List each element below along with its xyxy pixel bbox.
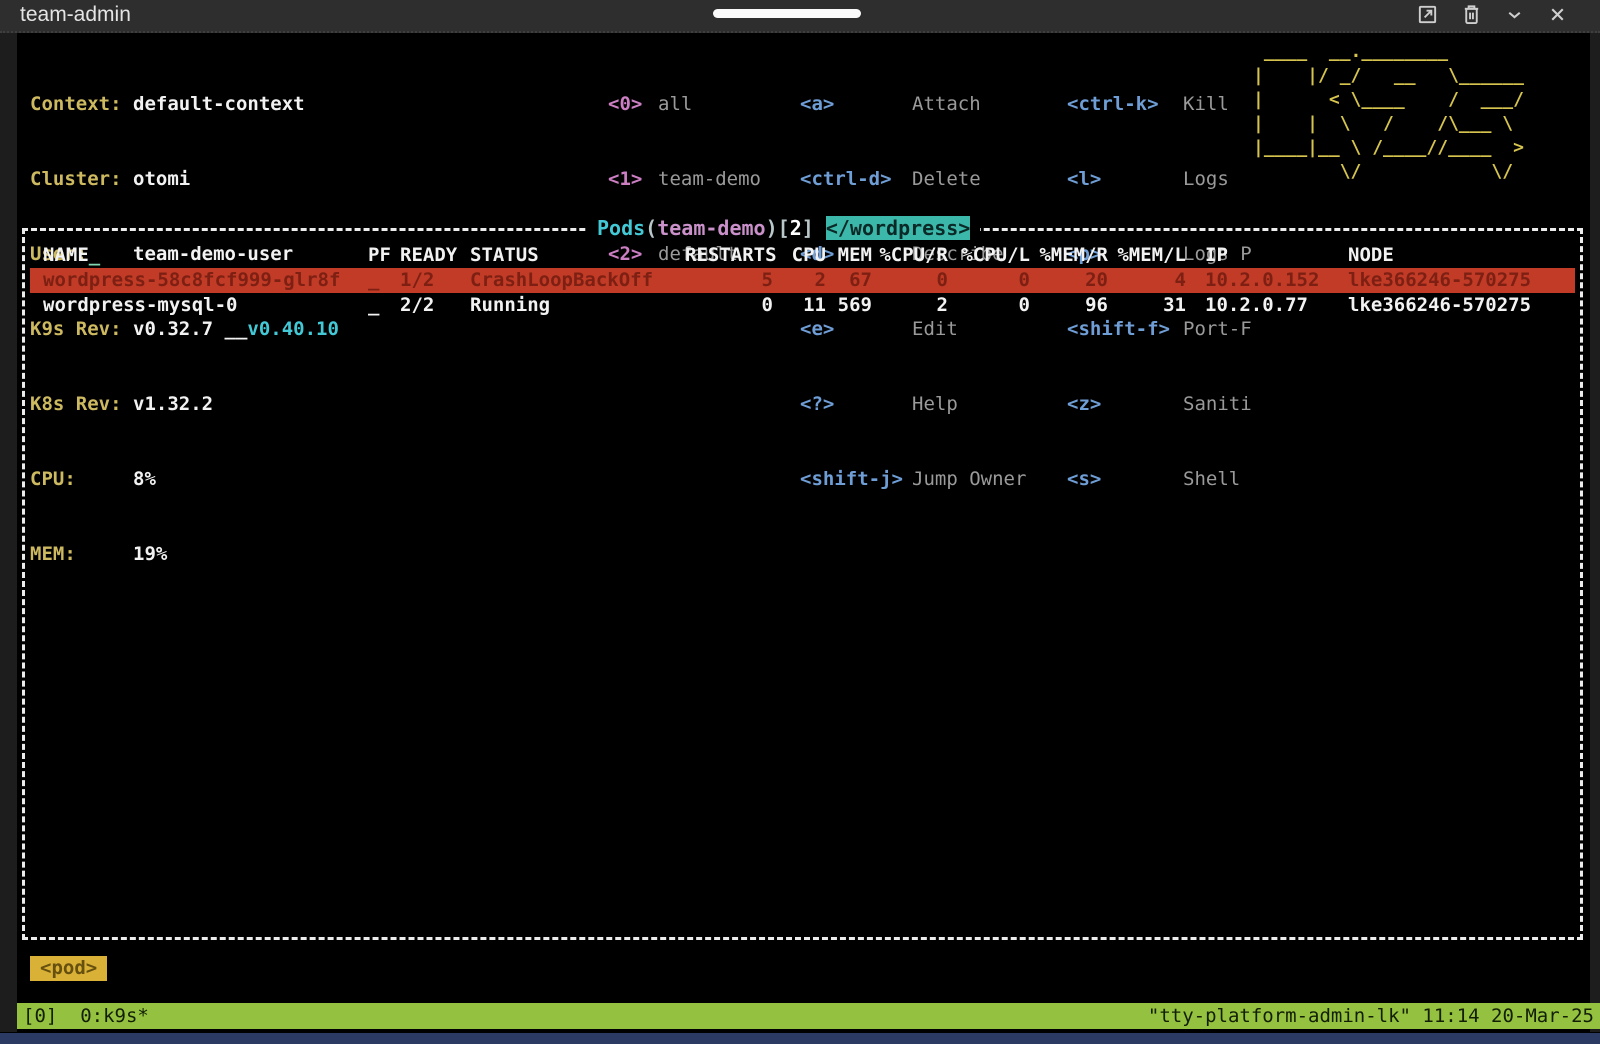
- col-cpu-l[interactable]: %CPU/L: [948, 243, 1030, 268]
- pods-panel: Pods(team-demo)[2] </wordpress> NAME_ PF…: [22, 228, 1583, 940]
- col-mem-r[interactable]: %MEM/R: [1030, 243, 1108, 268]
- col-status[interactable]: STATUS: [470, 243, 685, 268]
- hotkey-kill: <ctrl-k>Kill: [1067, 92, 1252, 117]
- col-cpu-r[interactable]: %CPU/R: [872, 243, 948, 268]
- hotkey-delete: <ctrl-d>Delete: [800, 167, 1026, 192]
- hotkey-team-demo: <1>team-demo: [608, 167, 761, 192]
- col-name[interactable]: NAME_: [38, 243, 368, 268]
- status-badge: Running: [470, 293, 685, 318]
- col-ip[interactable]: IP: [1186, 243, 1346, 268]
- close-icon[interactable]: [1547, 3, 1568, 26]
- window-left-edge: [0, 33, 17, 1032]
- window-title: team-admin: [20, 3, 131, 27]
- context-row: Context:default-context: [30, 92, 339, 117]
- table-row-wordpress[interactable]: wordpress-58c8fcf999-glr8f _ 1/2 CrashLo…: [30, 268, 1575, 293]
- hotkey-attach: <a>Attach: [800, 92, 1026, 117]
- sort-indicator: _: [89, 244, 100, 266]
- pod-count: 2: [790, 216, 802, 240]
- tmux-host-datetime: "tty-platform-admin-lk" 11:14 20-Mar-25: [1148, 1003, 1594, 1029]
- trash-icon[interactable]: [1461, 3, 1482, 26]
- hotkey-logs: <l>Logs: [1067, 167, 1252, 192]
- window-right-edge: [1590, 33, 1600, 1032]
- filter-badge: </wordpress>: [826, 216, 971, 240]
- chevron-down-icon[interactable]: [1504, 3, 1525, 26]
- cluster-row: Cluster:otomi: [30, 167, 339, 192]
- drag-handle[interactable]: [713, 9, 861, 18]
- col-mem[interactable]: MEM: [826, 243, 872, 268]
- col-restarts[interactable]: RESTARTS: [685, 243, 773, 268]
- col-node[interactable]: NODE: [1346, 243, 1567, 268]
- table-row-wordpress-mysql[interactable]: wordpress-mysql-0 _ 2/2 Running 0 11 569…: [30, 293, 1575, 318]
- bottom-edge-strip: [0, 1033, 1600, 1044]
- namespace-name: team-demo: [657, 216, 765, 240]
- col-pf[interactable]: PF: [368, 243, 400, 268]
- pods-panel-title: Pods(team-demo)[2] </wordpress>: [587, 216, 980, 240]
- popout-icon[interactable]: [1416, 3, 1439, 26]
- hotkey-all: <0>all: [608, 92, 761, 117]
- titlebar: team-admin: [0, 0, 1600, 33]
- col-cpu[interactable]: CPU: [773, 243, 826, 268]
- status-badge: CrashLoopBackOff: [470, 268, 685, 293]
- resource-name: Pods: [597, 216, 645, 240]
- tmux-session-window: [0] 0:k9s*: [23, 1003, 149, 1029]
- col-mem-l[interactable]: %MEM/L: [1108, 243, 1186, 268]
- k9s-ascii-logo: ____ __.________ | |/ _/ __ \______ | < …: [1253, 40, 1524, 184]
- breadcrumb-pod-badge: <pod>: [30, 956, 107, 981]
- col-ready[interactable]: READY: [400, 243, 470, 268]
- table-header-row: NAME_ PF READY STATUS RESTARTS CPU MEM %…: [30, 243, 1575, 268]
- tmux-statusbar: [0] 0:k9s* "tty-platform-admin-lk" 11:14…: [17, 1003, 1600, 1029]
- pods-table: NAME_ PF READY STATUS RESTARTS CPU MEM %…: [38, 243, 1567, 318]
